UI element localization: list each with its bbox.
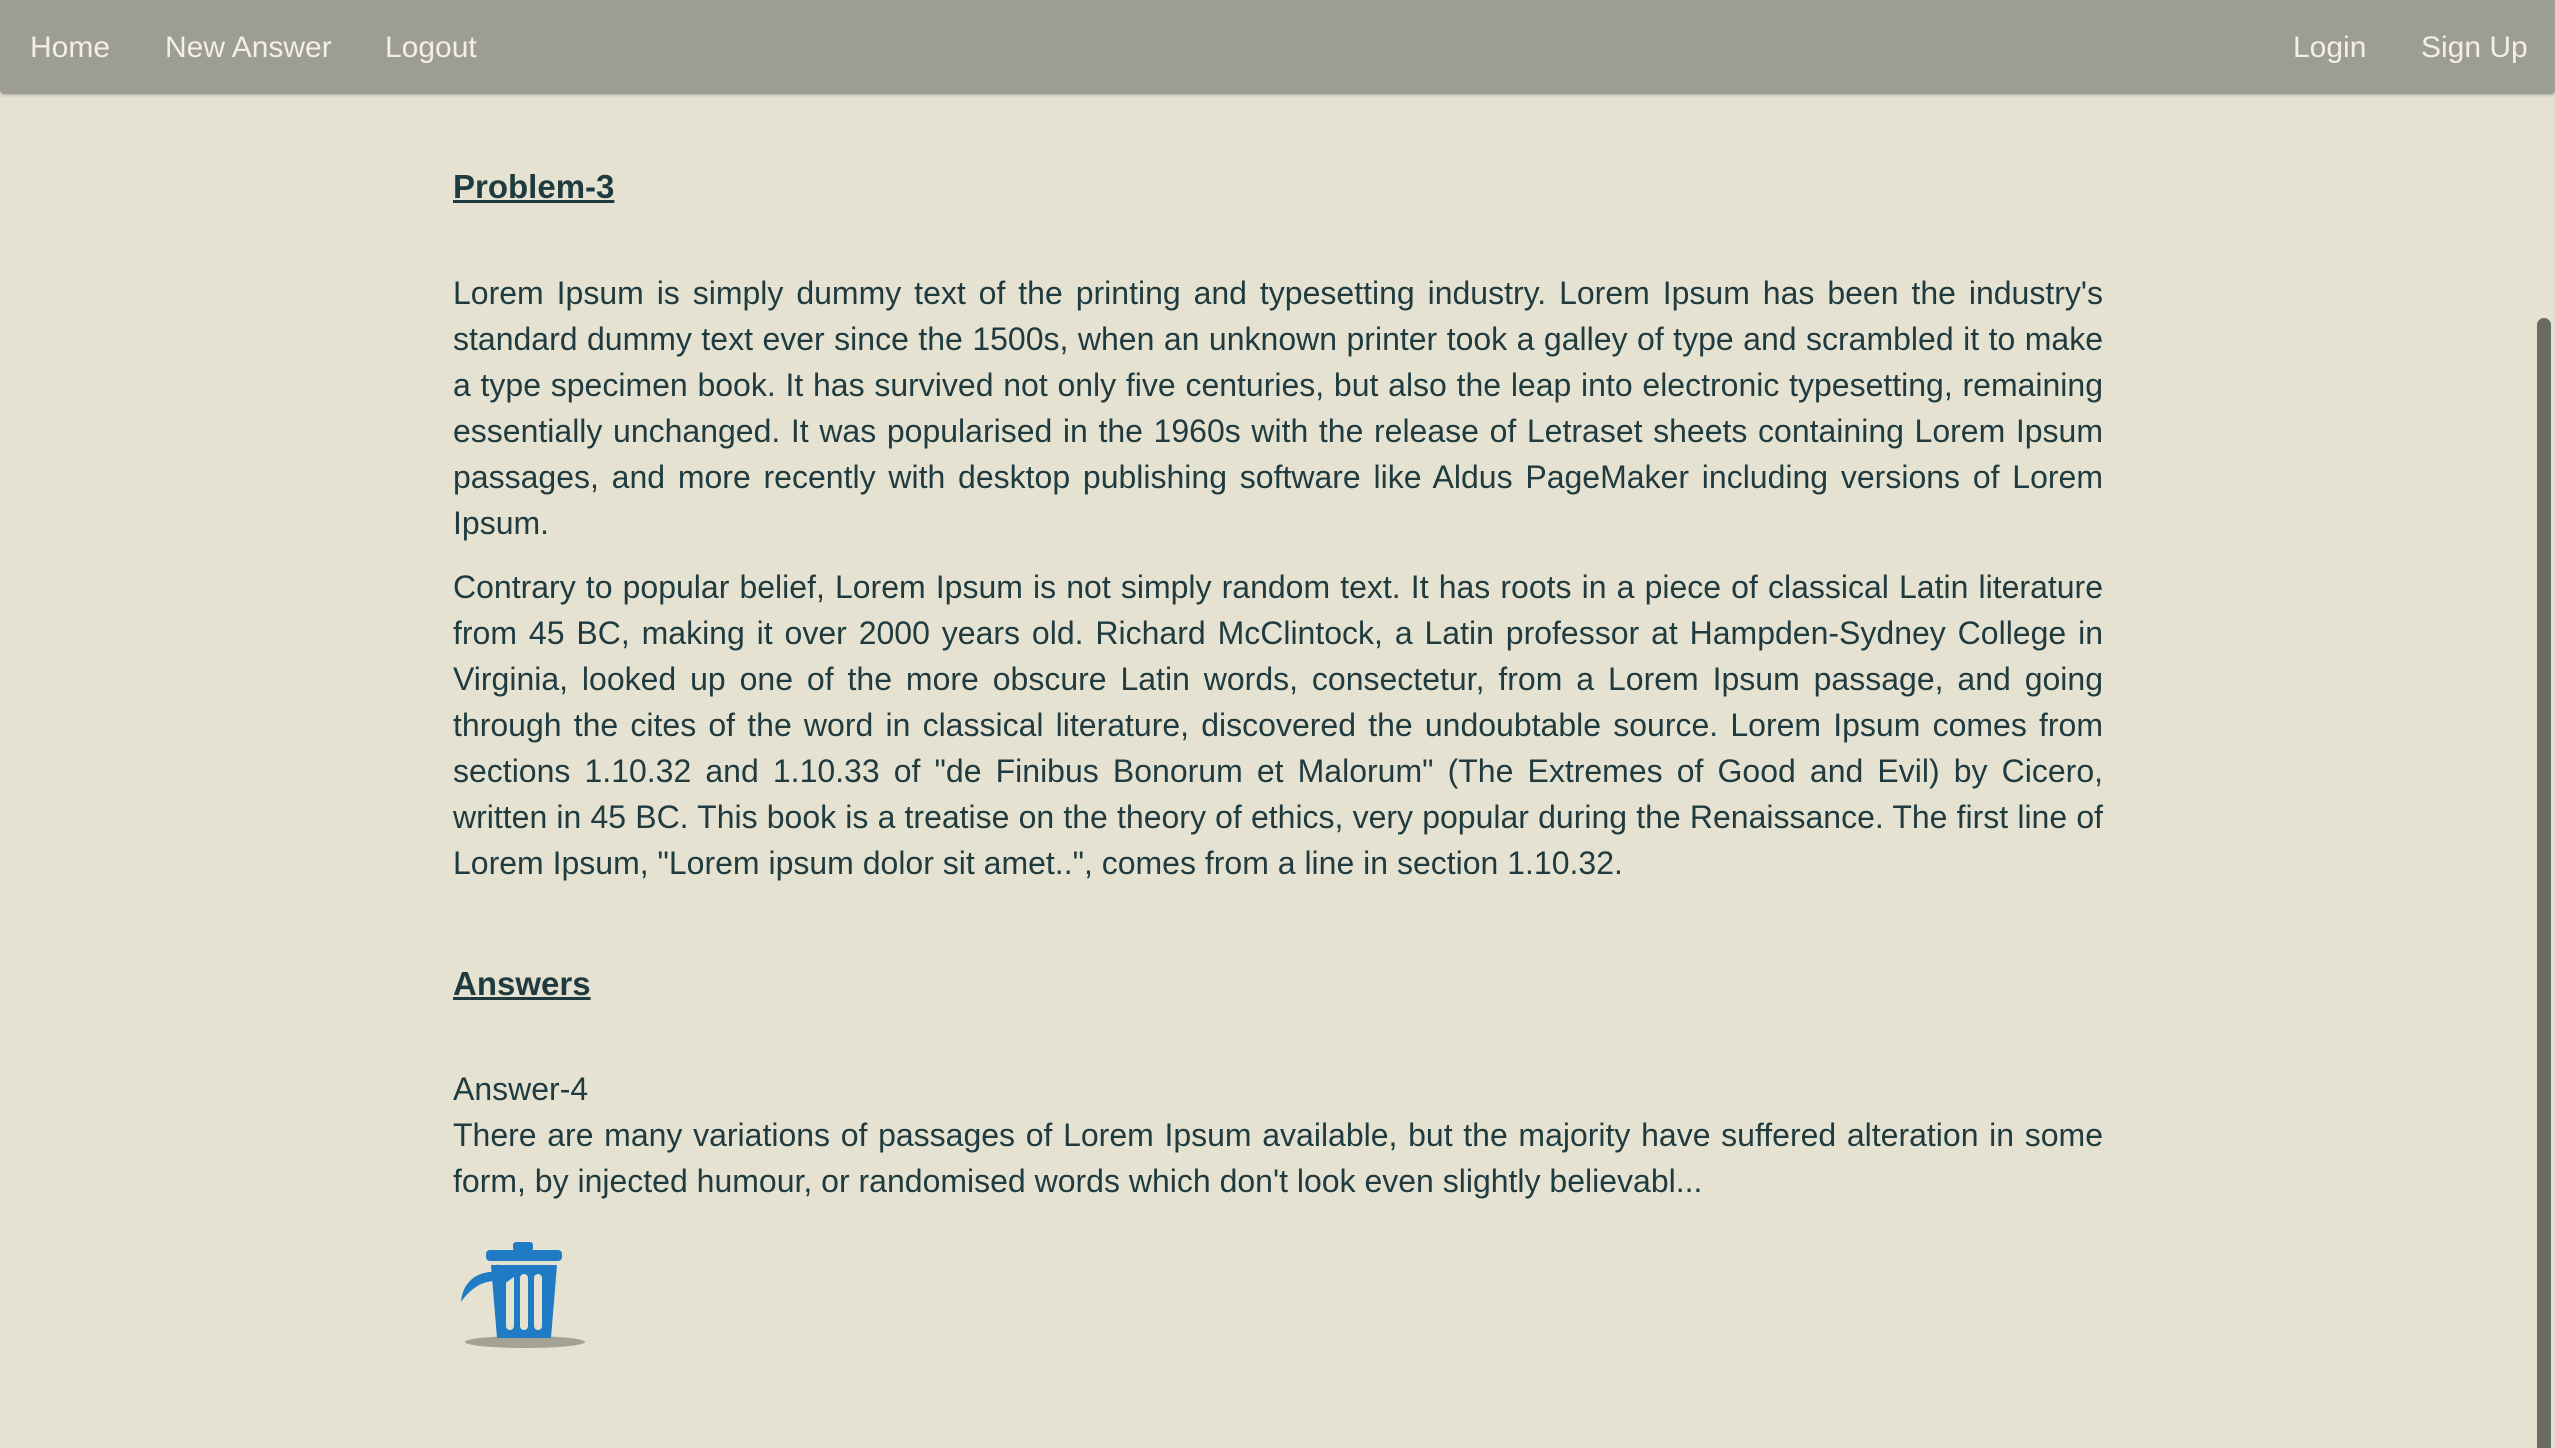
nav-logout-link[interactable]: Logout [385, 30, 477, 66]
problem-paragraph-1: Lorem Ipsum is simply dummy text of the … [453, 275, 2103, 541]
nav-signup-link[interactable]: Sign Up [2421, 30, 2528, 66]
delete-answer-button[interactable] [453, 1236, 593, 1356]
answer-excerpt: There are many variations of passages of… [453, 1117, 2103, 1199]
answer-title: Answer-4 [453, 1071, 589, 1107]
problem-title[interactable]: Problem-3 [453, 168, 614, 206]
problem-paragraph-2: Contrary to popular belief, Lorem Ipsum … [453, 569, 2103, 881]
answers-heading[interactable]: Answers [453, 965, 591, 1003]
nav-login-link[interactable]: Login [2293, 30, 2366, 66]
scrollbar-thumb[interactable] [2537, 318, 2551, 1448]
top-navbar: Home New Answer Logout Login Sign Up [0, 0, 2555, 94]
nav-home-link[interactable]: Home [30, 30, 110, 66]
trash-icon [461, 1242, 585, 1348]
nav-new-answer-link[interactable]: New Answer [165, 30, 332, 66]
vertical-scrollbar[interactable] [2531, 0, 2555, 1448]
